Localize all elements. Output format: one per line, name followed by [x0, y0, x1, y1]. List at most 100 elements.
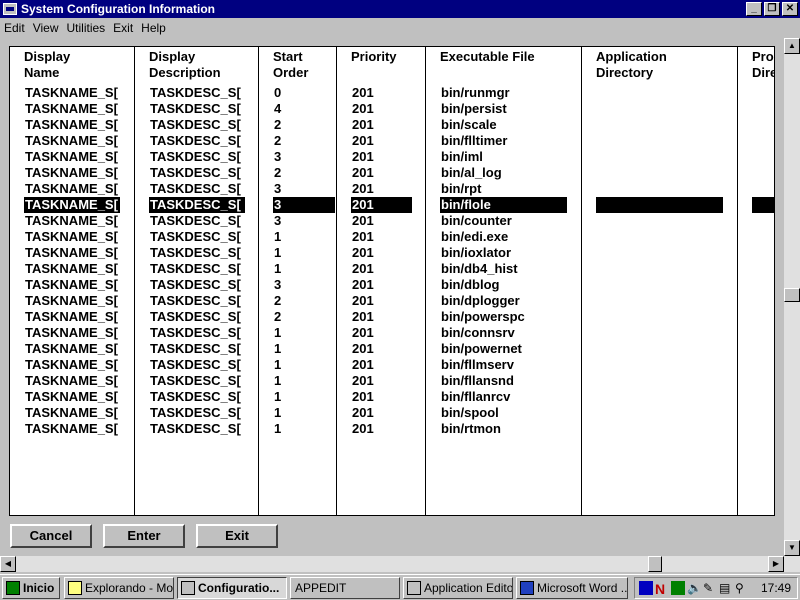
- table-cell[interactable]: 201: [351, 101, 412, 117]
- table-cell[interactable]: 201: [351, 133, 412, 149]
- table-cell[interactable]: 2: [273, 133, 335, 149]
- table-cell[interactable]: TASKNAME_S[: [24, 325, 120, 341]
- enter-button[interactable]: Enter: [103, 524, 185, 548]
- table-cell[interactable]: TASKNAME_S[: [24, 293, 120, 309]
- table-cell[interactable]: 3: [273, 181, 335, 197]
- table-cell[interactable]: 201: [351, 213, 412, 229]
- taskbar-item-explorer[interactable]: Explorando - Mo...: [64, 577, 174, 599]
- table-cell[interactable]: TASKDESC_S[: [149, 293, 245, 309]
- table-cell[interactable]: 201: [351, 229, 412, 245]
- table-cell[interactable]: TASKNAME_S[: [24, 341, 120, 357]
- table-cell[interactable]: 3: [273, 213, 335, 229]
- table-cell[interactable]: bin/scale: [440, 117, 567, 133]
- table-cell[interactable]: TASKDESC_S[: [149, 165, 245, 181]
- column-header[interactable]: Application Directory: [596, 49, 667, 81]
- table-cell[interactable]: 1: [273, 357, 335, 373]
- table-cell[interactable]: 1: [273, 325, 335, 341]
- table-cell[interactable]: bin/ioxlator: [440, 245, 567, 261]
- table-cell[interactable]: 201: [351, 181, 412, 197]
- table-cell[interactable]: bin/dplogger: [440, 293, 567, 309]
- scroll-down-icon[interactable]: ▼: [784, 540, 800, 556]
- table-cell[interactable]: TASKNAME_S[: [24, 405, 120, 421]
- table-cell[interactable]: 1: [273, 389, 335, 405]
- task-grid[interactable]: Display Name Display Description Start Ord…: [9, 46, 775, 516]
- selected-table-cell[interactable]: 3: [273, 197, 335, 213]
- table-cell[interactable]: TASKNAME_S[: [24, 389, 120, 405]
- scroll-up-icon[interactable]: ▲: [784, 38, 800, 54]
- table-cell[interactable]: 0: [273, 85, 335, 101]
- table-cell[interactable]: TASKNAME_S[: [24, 373, 120, 389]
- table-cell[interactable]: TASKDESC_S[: [149, 309, 245, 325]
- cancel-button[interactable]: Cancel: [10, 524, 92, 548]
- table-cell[interactable]: 201: [351, 309, 412, 325]
- vertical-scroll-thumb[interactable]: [784, 288, 800, 302]
- table-cell[interactable]: TASKNAME_S[: [24, 181, 120, 197]
- search-icon[interactable]: ⚲: [735, 581, 749, 595]
- table-cell[interactable]: TASKDESC_S[: [149, 325, 245, 341]
- table-cell[interactable]: TASKDESC_S[: [149, 85, 245, 101]
- selected-table-cell[interactable]: [596, 197, 723, 213]
- column-header[interactable]: Executable File: [440, 49, 535, 65]
- table-cell[interactable]: bin/db4_hist: [440, 261, 567, 277]
- table-cell[interactable]: TASKDESC_S[: [149, 341, 245, 357]
- menu-view[interactable]: View: [29, 21, 63, 35]
- table-cell[interactable]: 201: [351, 245, 412, 261]
- table-cell[interactable]: 1: [273, 261, 335, 277]
- table-cell[interactable]: TASKNAME_S[: [24, 229, 120, 245]
- table-cell[interactable]: bin/al_log: [440, 165, 567, 181]
- column-header[interactable]: Display Description: [149, 49, 221, 81]
- minimize-button[interactable]: _: [746, 2, 762, 16]
- table-cell[interactable]: bin/persist: [440, 101, 567, 117]
- table-cell[interactable]: TASKDESC_S[: [149, 213, 245, 229]
- table-cell[interactable]: 201: [351, 117, 412, 133]
- column-header[interactable]: Display Name: [24, 49, 70, 81]
- table-cell[interactable]: bin/connsrv: [440, 325, 567, 341]
- table-cell[interactable]: TASKDESC_S[: [149, 261, 245, 277]
- table-cell[interactable]: bin/rpt: [440, 181, 567, 197]
- table-cell[interactable]: 2: [273, 309, 335, 325]
- tool-icon[interactable]: ✎: [703, 581, 717, 595]
- table-cell[interactable]: TASKNAME_S[: [24, 309, 120, 325]
- table-cell[interactable]: 2: [273, 165, 335, 181]
- table-cell[interactable]: bin/fllmserv: [440, 357, 567, 373]
- table-cell[interactable]: bin/flltimer: [440, 133, 567, 149]
- table-cell[interactable]: TASKNAME_S[: [24, 101, 120, 117]
- table-cell[interactable]: TASKNAME_S[: [24, 357, 120, 373]
- table-cell[interactable]: bin/rtmon: [440, 421, 567, 437]
- table-cell[interactable]: TASKDESC_S[: [149, 117, 245, 133]
- speaker-icon[interactable]: 🔈: [687, 581, 702, 595]
- table-cell[interactable]: 201: [351, 85, 412, 101]
- selected-table-cell[interactable]: bin/flole: [440, 197, 567, 213]
- selected-table-cell[interactable]: [752, 197, 774, 213]
- table-cell[interactable]: 201: [351, 325, 412, 341]
- table-cell[interactable]: bin/runmgr: [440, 85, 567, 101]
- table-cell[interactable]: bin/dblog: [440, 277, 567, 293]
- shield-icon[interactable]: [639, 581, 653, 595]
- table-cell[interactable]: 201: [351, 357, 412, 373]
- table-cell[interactable]: 201: [351, 261, 412, 277]
- table-cell[interactable]: TASKNAME_S[: [24, 149, 120, 165]
- table-cell[interactable]: 201: [351, 389, 412, 405]
- menu-exit[interactable]: Exit: [109, 21, 137, 35]
- table-cell[interactable]: TASKNAME_S[: [24, 261, 120, 277]
- table-cell[interactable]: TASKDESC_S[: [149, 181, 245, 197]
- table-cell[interactable]: 1: [273, 229, 335, 245]
- table-cell[interactable]: TASKDESC_S[: [149, 133, 245, 149]
- table-cell[interactable]: TASKNAME_S[: [24, 117, 120, 133]
- table-cell[interactable]: TASKNAME_S[: [24, 213, 120, 229]
- taskbar-item-appedit[interactable]: APPEDIT: [290, 577, 400, 599]
- table-cell[interactable]: TASKDESC_S[: [149, 373, 245, 389]
- table-cell[interactable]: 201: [351, 373, 412, 389]
- restore-button[interactable]: ❐: [764, 2, 780, 16]
- selected-table-cell[interactable]: 201: [351, 197, 412, 213]
- horizontal-scroll-thumb[interactable]: [648, 556, 662, 572]
- taskbar-item-word[interactable]: Microsoft Word ...: [516, 577, 628, 599]
- table-cell[interactable]: 201: [351, 405, 412, 421]
- table-cell[interactable]: 4: [273, 101, 335, 117]
- column-header[interactable]: Priority: [351, 49, 397, 65]
- menu-help[interactable]: Help: [137, 21, 170, 35]
- table-cell[interactable]: bin/spool: [440, 405, 567, 421]
- table-cell[interactable]: 3: [273, 149, 335, 165]
- table-cell[interactable]: bin/counter: [440, 213, 567, 229]
- table-cell[interactable]: TASKNAME_S[: [24, 245, 120, 261]
